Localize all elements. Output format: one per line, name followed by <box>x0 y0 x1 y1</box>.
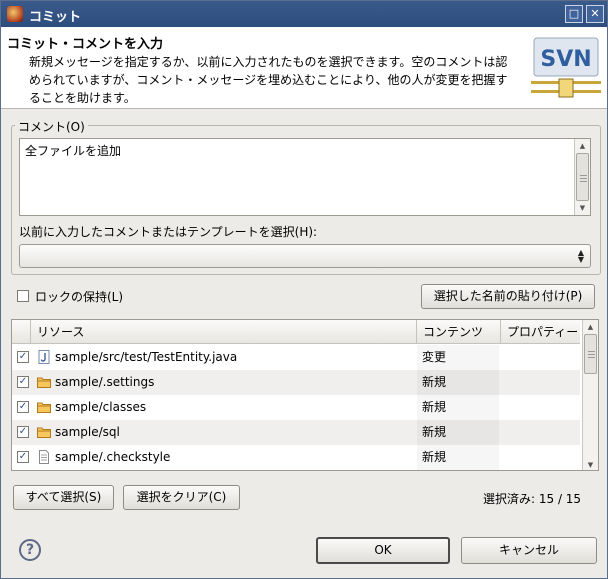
scroll-thumb[interactable] <box>576 153 589 201</box>
select-arrows-icon: ▲ ▼ <box>577 248 584 264</box>
header-description: 新規メッセージを指定するか、以前に入力されたものを選択できます。空のコメントは認… <box>29 55 508 105</box>
table-row[interactable]: ✓ sample/classes 新規 <box>12 395 580 420</box>
row-checkbox[interactable]: ✓ <box>17 351 29 363</box>
maximize-icon[interactable]: □ <box>565 5 583 23</box>
row-checkbox[interactable]: ✓ <box>17 376 29 388</box>
text-file-icon <box>39 450 49 464</box>
lock-label: ロックの保持(L) <box>35 290 124 304</box>
row-contents: 新規 <box>417 420 499 445</box>
table-row[interactable]: ✓ sample/src/test/TestEntity.java 変更 <box>12 345 580 370</box>
svn-logo-text: SVN <box>540 47 591 72</box>
row-resource: sample/.settings <box>55 375 155 389</box>
cancel-button[interactable]: キャンセル <box>461 537 597 564</box>
column-header-contents[interactable]: コンテンツ <box>416 320 500 344</box>
commit-dialog: コミット □ ✕ コミット・コメントを入力 新規メッセージを指定するか、以前に入… <box>0 0 608 579</box>
row-contents: 変更 <box>417 345 499 370</box>
folder-icon <box>37 427 51 438</box>
comment-textarea[interactable]: 全ファイルを追加 ▲ ▼ <box>19 138 591 216</box>
scroll-down-icon[interactable]: ▼ <box>575 201 590 215</box>
row-resource: sample/classes <box>55 400 147 414</box>
comment-text: 全ファイルを追加 <box>25 144 122 158</box>
row-contents: 新規 <box>417 445 499 470</box>
previous-comment-label: 以前に入力したコメントまたはテンプレートを選択(H): <box>19 225 318 239</box>
comment-scrollbar[interactable]: ▲ ▼ <box>574 139 590 215</box>
scroll-down-icon[interactable]: ▼ <box>583 458 598 470</box>
folder-icon <box>37 377 51 388</box>
row-checkbox[interactable]: ✓ <box>17 401 29 413</box>
column-header-resource[interactable]: リソース <box>30 320 416 344</box>
row-checkbox[interactable]: ✓ <box>17 426 29 438</box>
paste-names-button[interactable]: 選択した名前の貼り付け(P) <box>421 284 595 309</box>
table-header: リソース コンテンツ プロパティー <box>12 320 580 344</box>
row-resource: sample/sql <box>55 425 120 439</box>
row-contents: 新規 <box>417 395 499 420</box>
header-title: コミット・コメントを入力 <box>7 37 164 52</box>
column-header-properties[interactable]: プロパティー <box>500 320 580 344</box>
comment-group-label: コメント(O) <box>15 118 88 135</box>
title-bar[interactable]: コミット □ ✕ <box>1 1 607 27</box>
table-scrollbar[interactable]: ▲ ▼ <box>582 320 598 470</box>
scroll-thumb[interactable] <box>584 334 597 374</box>
window-title: コミット <box>29 10 82 25</box>
row-checkbox[interactable]: ✓ <box>17 451 29 463</box>
selection-status: 選択済み: 15 / 15 <box>483 492 582 506</box>
app-icon <box>7 6 23 22</box>
lock-checkbox[interactable] <box>17 290 29 302</box>
ok-button[interactable]: OK <box>316 537 450 564</box>
row-resource: sample/.checkstyle <box>55 450 171 464</box>
table-row[interactable]: ✓ sample/.settings 新規 <box>12 370 580 395</box>
resource-table: リソース コンテンツ プロパティー ✓ sample/src/test/Test… <box>11 319 599 471</box>
scroll-up-icon[interactable]: ▲ <box>583 320 598 334</box>
table-row[interactable]: ✓ sample/sql 新規 <box>12 420 580 445</box>
row-resource: sample/src/test/TestEntity.java <box>55 350 238 364</box>
close-icon[interactable]: ✕ <box>586 5 604 23</box>
scroll-up-icon[interactable]: ▲ <box>575 139 590 153</box>
folder-icon <box>37 402 51 413</box>
row-contents: 新規 <box>417 370 499 395</box>
dialog-header: コミット・コメントを入力 新規メッセージを指定するか、以前に入力されたものを選択… <box>1 27 607 109</box>
svn-logo-icon: SVN <box>531 37 601 98</box>
previous-comment-select[interactable]: ▲ ▼ <box>19 244 591 268</box>
clear-selection-button[interactable]: 選択をクリア(C) <box>123 485 240 510</box>
help-icon[interactable]: ? <box>19 539 41 561</box>
java-file-icon <box>38 350 50 364</box>
table-row[interactable]: ✓ sample/.checkstyle 新規 <box>12 445 580 470</box>
select-all-button[interactable]: すべて選択(S) <box>13 485 114 510</box>
